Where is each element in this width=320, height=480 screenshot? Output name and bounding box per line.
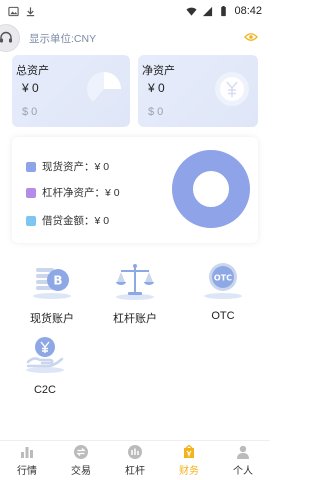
legend-loan-amount: 借贷金额：¥ 0 bbox=[26, 213, 109, 228]
c2c-button[interactable]: C2C bbox=[10, 332, 80, 396]
otc-coin-icon: OTC bbox=[204, 263, 242, 299]
wifi-icon bbox=[186, 7, 198, 16]
margin-account-button[interactable]: 杠杆账户 bbox=[100, 258, 170, 326]
legend-loan-label: 借贷金额：¥ 0 bbox=[42, 215, 110, 227]
margin-account-label: 杠杆账户 bbox=[113, 313, 157, 325]
yen-hand-icon bbox=[26, 337, 64, 373]
otc-button[interactable]: OTC OTC bbox=[188, 258, 258, 322]
legend-swatch-spot bbox=[26, 161, 36, 172]
svg-text:B: B bbox=[53, 274, 62, 288]
signal-icon bbox=[203, 6, 213, 16]
tab-market[interactable]: 行情 bbox=[0, 441, 54, 480]
customer-service-button[interactable] bbox=[0, 24, 20, 52]
legend-swatch-loan bbox=[26, 215, 36, 226]
bar-chart-icon bbox=[21, 447, 33, 458]
net-assets-usd: $ 0 bbox=[148, 106, 164, 118]
asset-donut-chart bbox=[172, 150, 250, 228]
bitcoin-coins-icon: B bbox=[33, 268, 71, 299]
tab-finance[interactable]: 财务 bbox=[162, 441, 216, 480]
tab-finance-label: 财务 bbox=[179, 466, 199, 477]
tab-profile-label: 个人 bbox=[233, 466, 253, 477]
total-assets-usd: $ 0 bbox=[22, 106, 38, 118]
margin-leverage-icon bbox=[128, 445, 142, 459]
tab-market-label: 行情 bbox=[17, 466, 37, 477]
person-icon bbox=[237, 445, 249, 459]
total-assets-cny: ¥ 0 bbox=[22, 81, 39, 95]
yen-coin-icon bbox=[215, 72, 249, 106]
status-bar: 08:42 bbox=[0, 0, 270, 22]
pie-chart-icon bbox=[87, 72, 122, 107]
otc-label: OTC bbox=[211, 310, 235, 322]
headset-icon bbox=[0, 31, 12, 43]
asset-breakdown-panel: 现货资产：¥ 0 杠杆净资产：¥ 0 借贷金额：¥ 0 bbox=[12, 137, 258, 243]
c2c-label: C2C bbox=[33, 384, 56, 396]
clock: 08:42 bbox=[234, 5, 262, 17]
legend-margin-label: 杠杆净资产：¥ 0 bbox=[42, 187, 120, 199]
legend-spot-assets: 现货资产：¥ 0 bbox=[26, 159, 109, 174]
net-assets-cny: ¥ 0 bbox=[148, 81, 165, 95]
battery-icon bbox=[221, 5, 227, 16]
eye-icon[interactable] bbox=[244, 32, 258, 42]
image-notification-icon bbox=[8, 6, 19, 16]
tab-profile[interactable]: 个人 bbox=[216, 441, 270, 480]
legend-spot-label: 现货资产：¥ 0 bbox=[42, 161, 110, 173]
legend-margin-assets: 杠杆净资产：¥ 0 bbox=[26, 185, 120, 200]
top-bar: 显示单位:CNY bbox=[0, 22, 270, 52]
svg-text:OTC: OTC bbox=[214, 274, 232, 283]
legend-swatch-margin bbox=[26, 187, 36, 198]
balance-scale-icon bbox=[116, 264, 154, 300]
tab-margin[interactable]: 杠杆 bbox=[108, 441, 162, 480]
tab-margin-label: 杠杆 bbox=[125, 466, 145, 477]
wallet-icon bbox=[184, 444, 194, 458]
net-assets-title: 净资产 bbox=[142, 65, 175, 77]
tab-trade[interactable]: 交易 bbox=[54, 441, 108, 480]
total-assets-card: 总资产 ¥ 0 $ 0 bbox=[12, 55, 130, 127]
total-assets-title: 总资产 bbox=[16, 65, 49, 77]
download-notification-icon bbox=[26, 6, 35, 16]
display-unit-label: 显示单位:CNY bbox=[29, 33, 97, 45]
exchange-icon bbox=[74, 445, 88, 459]
net-assets-card: 净资产 ¥ 0 $ 0 bbox=[138, 55, 258, 127]
spot-account-label: 现货账户 bbox=[30, 313, 74, 325]
spot-account-button[interactable]: B 现货账户 bbox=[17, 258, 87, 326]
tab-trade-label: 交易 bbox=[71, 466, 91, 477]
bottom-tab-bar: 行情 交易 杠杆 财务 个人 bbox=[0, 440, 270, 480]
